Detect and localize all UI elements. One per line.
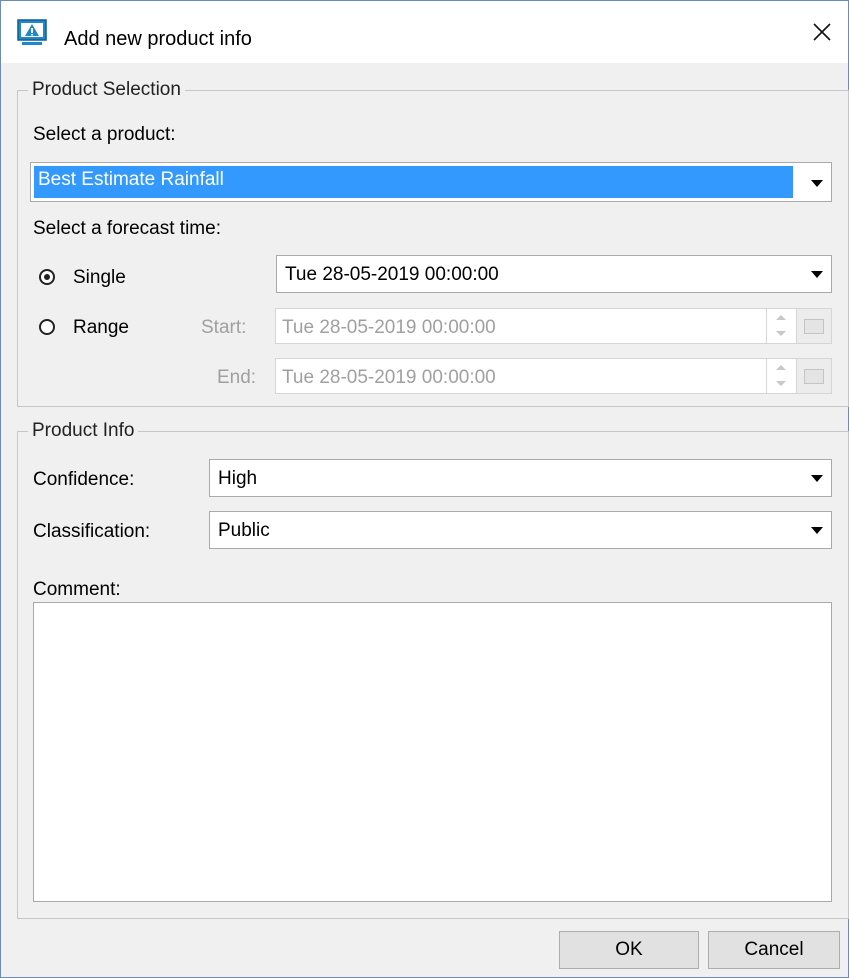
product-value: Best Estimate Rainfall xyxy=(34,166,793,198)
chevron-down-icon xyxy=(811,527,823,534)
end-calendar-button[interactable] xyxy=(796,359,831,393)
end-time-value: Tue 28-05-2019 00:00:00 xyxy=(282,367,496,388)
single-time-value: Tue 28-05-2019 00:00:00 xyxy=(285,264,499,285)
ok-button[interactable]: OK xyxy=(559,931,699,969)
start-label: Start: xyxy=(201,317,247,338)
confidence-label: Confidence: xyxy=(33,469,135,490)
spin-down-icon xyxy=(776,381,786,386)
start-calendar-button[interactable] xyxy=(796,309,831,343)
range-label[interactable]: Range xyxy=(73,317,129,339)
end-time-spinner[interactable]: Tue 28-05-2019 00:00:00 xyxy=(275,358,832,394)
classification-value: Public xyxy=(218,520,270,541)
cancel-button[interactable]: Cancel xyxy=(708,931,840,969)
comment-label: Comment: xyxy=(33,579,121,600)
spin-down-icon xyxy=(776,331,786,336)
end-label: End: xyxy=(217,367,257,388)
product-info-legend: Product Info xyxy=(28,420,139,442)
title-bar: Add new product info xyxy=(1,1,848,63)
spin-up-icon xyxy=(776,315,786,320)
single-time-combo[interactable]: Tue 28-05-2019 00:00:00 xyxy=(276,255,832,293)
calendar-icon xyxy=(804,369,824,384)
chevron-down-icon xyxy=(811,271,823,278)
close-button[interactable] xyxy=(796,1,848,63)
single-radio[interactable] xyxy=(39,269,55,285)
select-product-label: Select a product: xyxy=(33,124,176,145)
confidence-combo[interactable]: High xyxy=(209,459,832,497)
close-icon xyxy=(813,23,831,41)
range-radio[interactable] xyxy=(39,319,55,335)
calendar-icon xyxy=(804,319,824,334)
confidence-value: High xyxy=(218,468,258,489)
window-title: Add new product info xyxy=(64,28,252,50)
chevron-down-icon xyxy=(811,475,823,482)
product-combo[interactable]: Best Estimate Rainfall xyxy=(30,162,832,202)
spin-up-icon xyxy=(776,365,786,370)
start-spin-buttons[interactable] xyxy=(766,309,797,343)
start-time-spinner[interactable]: Tue 28-05-2019 00:00:00 xyxy=(275,308,832,344)
app-icon xyxy=(17,19,47,47)
start-time-value: Tue 28-05-2019 00:00:00 xyxy=(282,317,496,338)
dialog-window: Add new product info Product Selection S… xyxy=(0,0,849,978)
classification-combo[interactable]: Public xyxy=(209,511,832,549)
chevron-down-icon xyxy=(811,180,823,187)
comment-textarea[interactable] xyxy=(33,602,832,902)
end-spin-buttons[interactable] xyxy=(766,359,797,393)
product-selection-legend: Product Selection xyxy=(28,79,185,101)
single-label[interactable]: Single xyxy=(73,267,126,289)
select-forecast-label: Select a forecast time: xyxy=(33,218,221,239)
classification-label: Classification: xyxy=(33,521,151,542)
